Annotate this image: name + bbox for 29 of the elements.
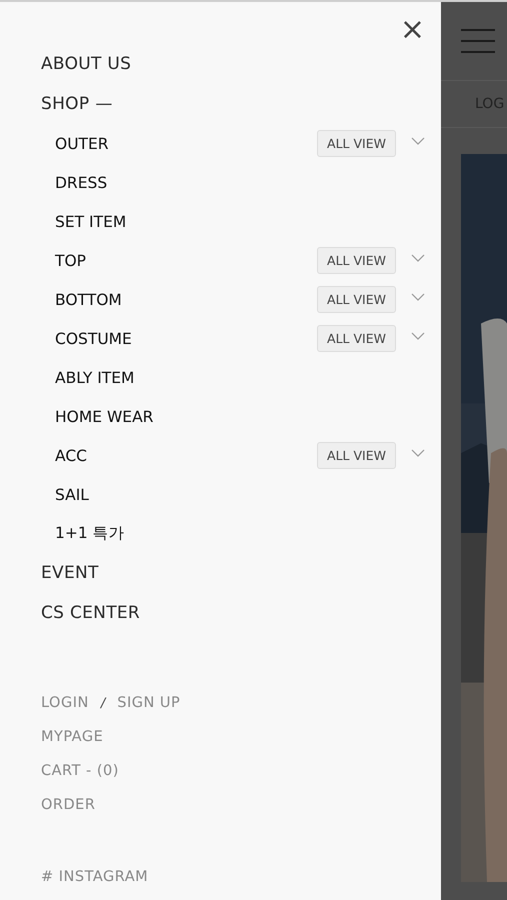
submenu-item[interactable]: SAIL: [55, 486, 425, 504]
chevron-down-icon[interactable]: [411, 448, 425, 456]
close-button[interactable]: ×: [400, 16, 425, 44]
all-view-button[interactable]: ALL VIEW: [317, 247, 396, 274]
chevron-down-icon[interactable]: [411, 136, 425, 144]
submenu-item[interactable]: HOME WEAR: [55, 408, 425, 426]
menu-item[interactable]: CS CENTER: [41, 593, 140, 633]
submenu-item[interactable]: ACC: [55, 446, 318, 464]
submenu-item[interactable]: OUTER: [55, 134, 318, 152]
chevron-down-icon[interactable]: [411, 254, 425, 262]
all-view-button[interactable]: ALL VIEW: [317, 442, 396, 469]
menu-icon[interactable]: [461, 29, 495, 53]
chevron-down-icon[interactable]: [411, 332, 425, 340]
collapse-toggle[interactable]: —: [95, 94, 112, 114]
chevron-down-icon[interactable]: [411, 292, 425, 300]
submenu-item[interactable]: COSTUME: [55, 330, 318, 348]
menu-item[interactable]: ABOUT US: [41, 44, 132, 84]
separator: /: [100, 696, 106, 710]
submenu-item[interactable]: DRESS: [55, 174, 425, 192]
menu-item[interactable]: EVENT: [41, 553, 99, 593]
submenu-item[interactable]: TOP: [55, 252, 318, 270]
menu-item[interactable]: SHOP: [41, 84, 90, 124]
submenu-item[interactable]: 1+1 특가: [55, 523, 425, 544]
all-view-button[interactable]: ALL VIEW: [317, 286, 396, 313]
all-view-button[interactable]: ALL VIEW: [317, 130, 396, 157]
submenu-item[interactable]: SET ITEM: [55, 212, 425, 230]
all-view-button[interactable]: ALL VIEW: [317, 325, 396, 352]
submenu-item[interactable]: BOTTOM: [55, 290, 318, 308]
submenu-item[interactable]: ABLY ITEM: [55, 368, 425, 386]
